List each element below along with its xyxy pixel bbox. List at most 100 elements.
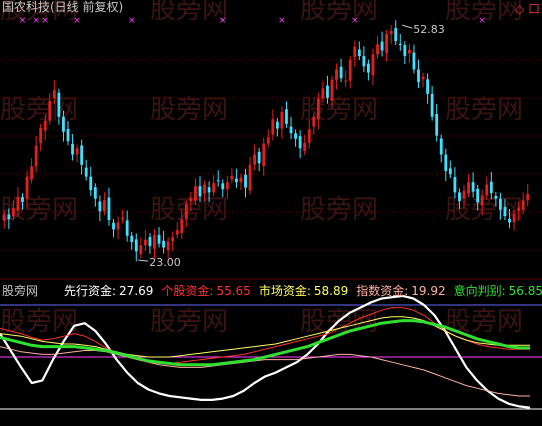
candle-up	[316, 98, 320, 120]
watermark-text: 股旁网	[300, 195, 378, 225]
candle-down	[112, 222, 115, 230]
candle-up	[330, 79, 334, 101]
candle-down	[162, 240, 165, 248]
candle-up	[2, 214, 6, 221]
candle-down	[380, 41, 384, 51]
candle-up	[526, 193, 530, 201]
candle-up	[16, 197, 20, 211]
signal-mark: ×	[19, 16, 27, 26]
candle-down	[435, 113, 439, 136]
signal-mark: ×	[73, 16, 81, 26]
candle-up	[517, 207, 521, 211]
legend-label: 意向判别:	[454, 283, 506, 298]
signal-mark: ×	[351, 16, 359, 26]
candle-down	[357, 49, 361, 57]
candle-down	[207, 187, 211, 193]
candle-up	[75, 148, 79, 155]
candle-down	[294, 133, 297, 139]
candle-up	[34, 145, 38, 167]
candle-up	[239, 177, 243, 183]
candle-down	[216, 180, 220, 182]
candle-down	[448, 168, 452, 175]
signal-mark: ×	[128, 16, 136, 26]
candle-up	[121, 217, 125, 220]
candle-down	[453, 177, 457, 193]
candle-up	[266, 137, 270, 144]
candle-down	[289, 126, 293, 134]
candle-down	[394, 28, 398, 42]
candle-up	[180, 219, 184, 233]
candle-down	[326, 85, 329, 98]
candle-up	[52, 89, 56, 99]
legend-value: 55.65	[216, 284, 250, 298]
candle-down	[444, 154, 448, 172]
candle-down	[93, 187, 97, 199]
candle-up	[184, 204, 188, 220]
candle-up	[321, 88, 325, 99]
candle-down	[66, 128, 70, 142]
candle-down	[439, 138, 443, 155]
candle-up	[225, 182, 229, 190]
candle-down	[508, 218, 511, 223]
watermark-text: 股旁网	[0, 95, 78, 125]
candle-down	[458, 192, 461, 202]
candle-up	[103, 200, 106, 212]
candle-down	[80, 145, 84, 165]
watermark-text: 股旁网	[300, 0, 378, 25]
legend-label: 指数资金:	[356, 283, 408, 298]
indicator-panel-label: 股旁网	[2, 283, 38, 298]
watermark-text: 股旁网	[300, 95, 378, 125]
candle-down	[298, 136, 302, 149]
candle-down	[125, 220, 129, 236]
candle-up	[280, 112, 284, 129]
candle-up	[48, 100, 52, 121]
candle-down	[285, 109, 288, 124]
watermark-text: 股旁网	[0, 307, 78, 337]
candle-up	[153, 234, 156, 249]
candle-up	[248, 164, 252, 191]
candle-down	[426, 79, 429, 94]
legend-label: 市场资金:	[259, 283, 311, 298]
candle-down	[89, 176, 93, 191]
candle-up	[189, 197, 193, 202]
candle-down	[489, 181, 493, 194]
candle-down	[7, 214, 11, 220]
candle-up	[485, 184, 489, 196]
candle-up	[521, 200, 525, 211]
chart-canvas: 股旁网 股旁网 股旁网 股旁网股旁网 股旁网 股旁网 股旁网股旁网 股旁网 股旁网 股旁网股旁网股…	[0, 0, 542, 410]
candle-up	[407, 49, 411, 54]
candle-down	[221, 183, 225, 190]
price-annotation: 52.83	[413, 23, 445, 36]
candle-down	[471, 182, 475, 192]
legend-value: 58.89	[314, 284, 348, 298]
candle-down	[57, 92, 61, 117]
watermark-text: 股旁网	[150, 0, 228, 25]
candle-up	[307, 129, 311, 143]
candle-down	[107, 197, 111, 220]
candle-down	[71, 143, 74, 155]
candle-down	[157, 234, 161, 244]
candle-down	[98, 201, 102, 212]
candle-up	[166, 241, 170, 251]
candle-up	[335, 69, 338, 80]
candle-down	[417, 69, 420, 83]
candle-up	[512, 213, 516, 223]
candle-down	[134, 239, 138, 252]
candle-up	[262, 143, 266, 167]
candle-up	[312, 116, 316, 127]
candle-up	[11, 208, 15, 217]
candle-up	[385, 34, 389, 54]
candle-down	[21, 197, 24, 202]
candle-up	[194, 186, 197, 201]
candle-down	[494, 195, 498, 199]
watermark-text: 股旁网	[150, 95, 228, 125]
legend-label: 个股资金:	[161, 283, 213, 298]
candle-up	[271, 119, 275, 135]
watermark-text: 股旁网	[445, 95, 523, 125]
watermark-text: 股旁网	[150, 195, 228, 225]
signal-mark: ×	[278, 16, 286, 26]
candle-down	[198, 186, 202, 197]
candle-down	[244, 174, 247, 188]
legend-label: 先行资金:	[64, 283, 116, 298]
watermark-text: 股旁网	[0, 195, 78, 225]
